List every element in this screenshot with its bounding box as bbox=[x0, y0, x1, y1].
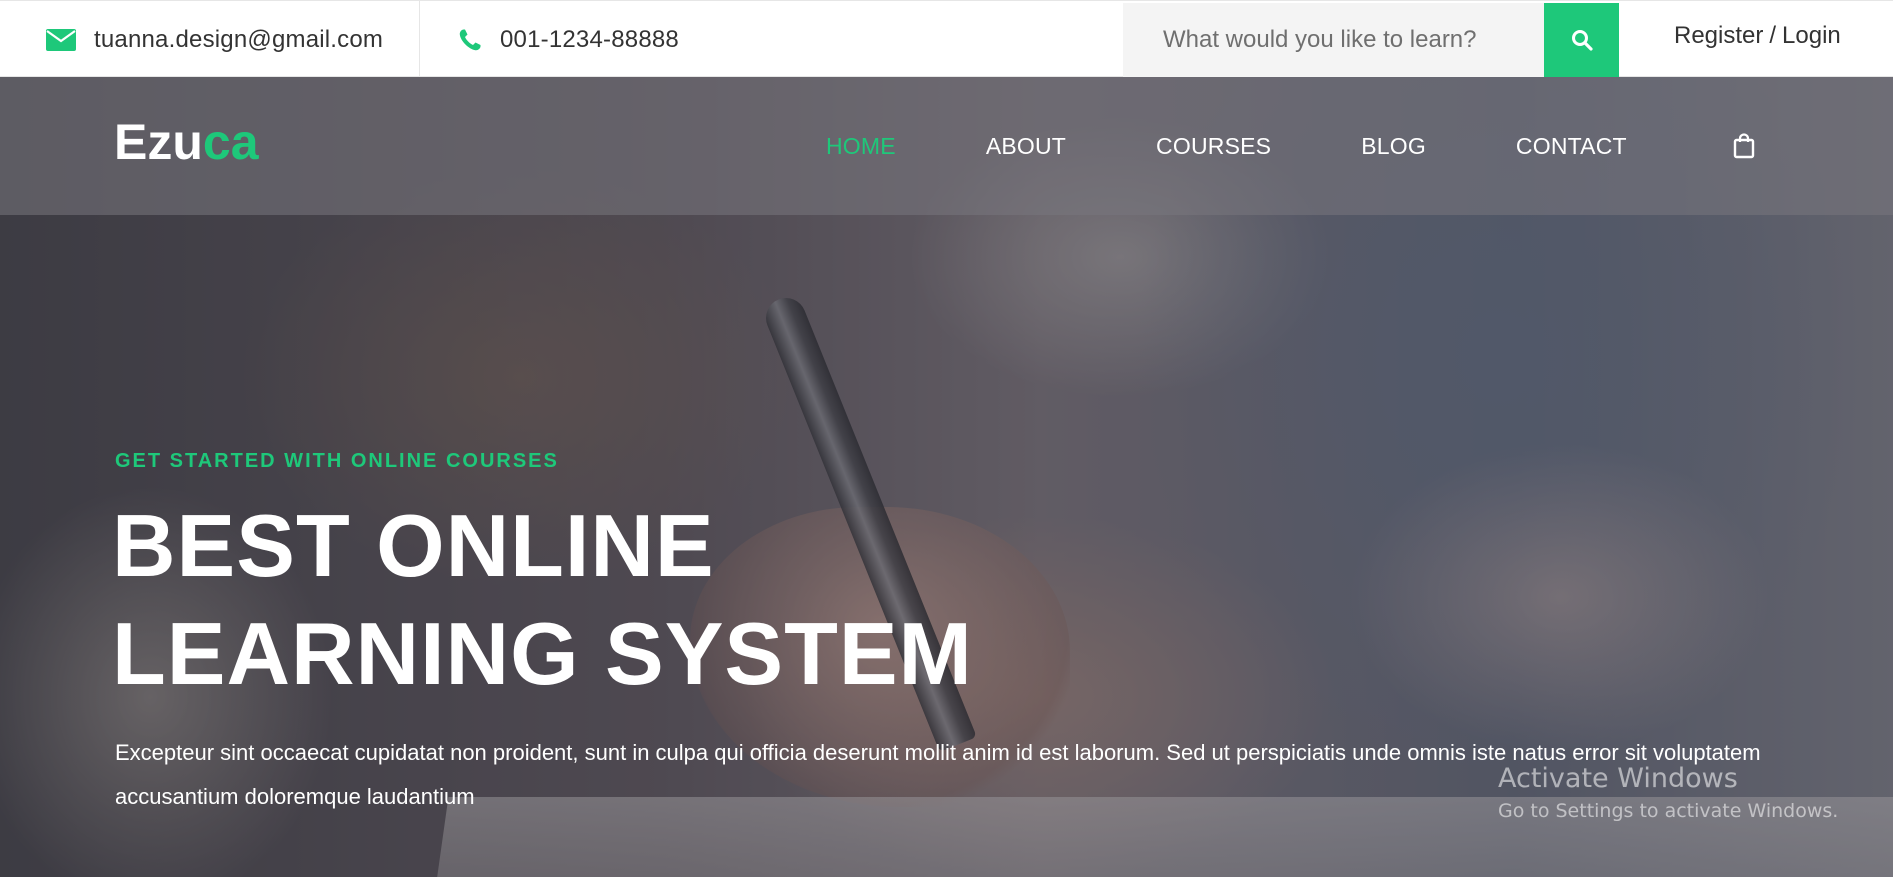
watermark-subtitle: Go to Settings to activate Windows. bbox=[1498, 800, 1839, 822]
site-logo[interactable]: Ezuca bbox=[114, 113, 259, 171]
envelope-icon bbox=[46, 28, 76, 51]
nav-item-blog[interactable]: BLOG bbox=[1361, 133, 1426, 160]
register-link[interactable]: Register bbox=[1674, 22, 1763, 50]
shopping-bag-icon[interactable] bbox=[1733, 133, 1755, 159]
search-input[interactable] bbox=[1123, 3, 1544, 77]
windows-activation-watermark: Activate Windows Go to Settings to activ… bbox=[1498, 763, 1838, 822]
hero-title-line-1: BEST ONLINE bbox=[112, 496, 715, 595]
nav-item-contact[interactable]: CONTACT bbox=[1516, 133, 1627, 160]
search-bar bbox=[1123, 3, 1619, 77]
nav-item-courses[interactable]: COURSES bbox=[1156, 133, 1271, 160]
nav-menu: HOME ABOUT COURSES BLOG CONTACT bbox=[826, 77, 1717, 215]
contact-email[interactable]: tuanna.design@gmail.com bbox=[46, 1, 423, 78]
main-navbar: Ezuca HOME ABOUT COURSES BLOG CONTACT bbox=[0, 77, 1893, 215]
hero-section: Ezuca HOME ABOUT COURSES BLOG CONTACT GE… bbox=[0, 77, 1893, 877]
auth-links: Register / Login bbox=[1674, 1, 1841, 71]
hero-kicker: GET STARTED WITH ONLINE COURSES bbox=[115, 450, 559, 472]
login-link[interactable]: Login bbox=[1782, 22, 1841, 50]
top-bar: tuanna.design@gmail.com 001-1234-88888 R… bbox=[0, 0, 1893, 78]
auth-separator: / bbox=[1769, 22, 1777, 49]
email-text: tuanna.design@gmail.com bbox=[94, 25, 384, 53]
logo-text-primary: Ezu bbox=[114, 114, 203, 170]
hero-title-line-2: LEARNING SYSTEM bbox=[112, 604, 973, 703]
contact-phone[interactable]: 001-1234-88888 bbox=[458, 1, 679, 78]
nav-item-about[interactable]: ABOUT bbox=[986, 133, 1066, 160]
search-icon bbox=[1571, 30, 1593, 51]
phone-icon bbox=[459, 29, 481, 50]
logo-text-accent: ca bbox=[202, 114, 259, 170]
watermark-title: Activate Windows bbox=[1498, 763, 1738, 794]
phone-text: 001-1234-88888 bbox=[500, 25, 679, 53]
search-button[interactable] bbox=[1544, 3, 1619, 77]
nav-item-home[interactable]: HOME bbox=[826, 133, 896, 160]
contact-divider bbox=[419, 1, 420, 78]
hero-title: BEST ONLINE LEARNING SYSTEM bbox=[112, 492, 973, 708]
